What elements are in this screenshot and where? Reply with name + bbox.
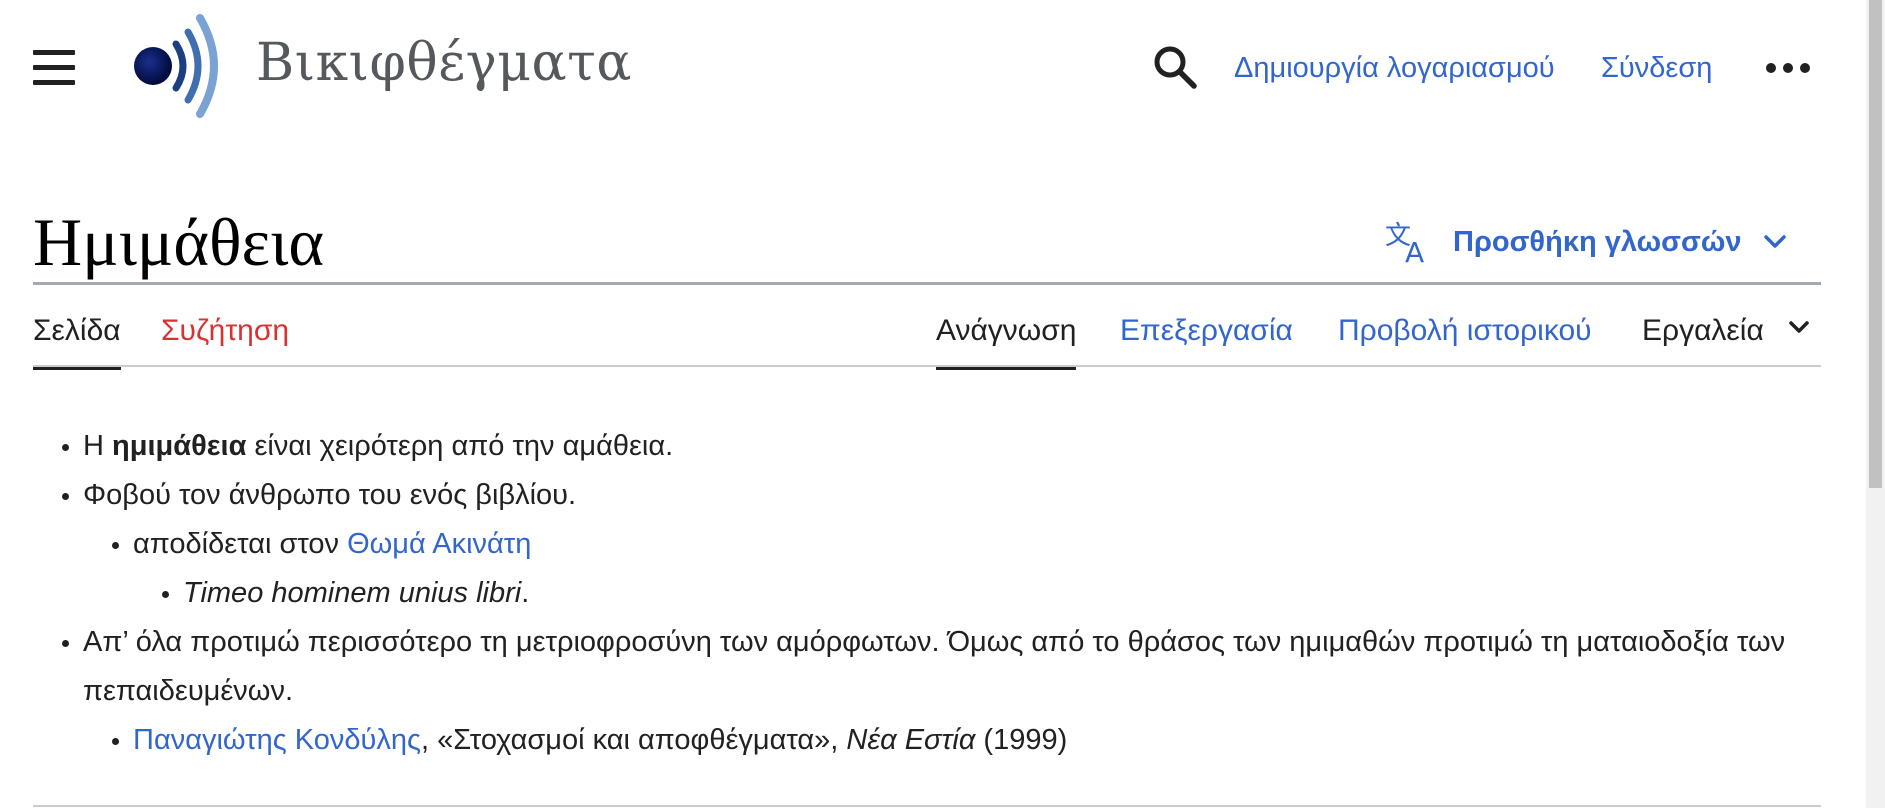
ellipsis-icon[interactable] [1764, 56, 1812, 80]
kondylis-link[interactable]: Παναγιώτης Κονδύλης [133, 724, 421, 756]
tab-edit[interactable]: Επεξεργασία [1120, 308, 1293, 366]
hamburger-menu-icon[interactable] [33, 50, 75, 86]
quote-text: Φοβού τον άνθρωπο του ενός βιβλίου. [83, 479, 577, 511]
tabs-divider [33, 365, 1821, 367]
quote-text: Απ’ όλα προτιμώ περισσότερο τη μετριοφρο… [83, 626, 1786, 707]
quote-bold-term: ημιμάθεια [112, 430, 247, 462]
svg-text:A: A [1405, 236, 1424, 264]
tab-history[interactable]: Προβολή ιστορικού [1338, 308, 1592, 366]
chevron-down-icon [1789, 321, 1809, 333]
translate-icon: 文 A [1385, 221, 1424, 264]
quote-item: Απ’ όλα προτιμώ περισσότερο τη μετριοφρο… [83, 618, 1793, 765]
quote-list: Η ημιμάθεια είναι χειρότερη από την αμάθ… [33, 422, 1793, 765]
title-divider [33, 282, 1821, 285]
source-year: (1999) [975, 724, 1068, 756]
scrollbar-thumb[interactable] [1869, 0, 1882, 488]
article-content: Η ημιμάθεια είναι χειρότερη από την αμάθ… [33, 422, 1793, 765]
site-wordmark[interactable]: Βικιφθέγματα [256, 30, 632, 96]
original-suffix: . [521, 577, 530, 609]
source-list: Παναγιώτης Κονδύλης, «Στοχασμοί και αποφ… [83, 716, 1793, 765]
tab-talk[interactable]: Συζήτηση [161, 308, 289, 366]
source-title: , «Στοχασμοί και αποφθέγματα», [421, 724, 847, 756]
original-list: Timeo hominem unius libri. [133, 569, 1793, 618]
add-languages-label: Προσθήκη γλωσσών [1453, 225, 1742, 258]
quote-text-end: είναι χειρότερη από την αμάθεια. [246, 430, 674, 462]
original-latin-text: Timeo hominem unius libri [183, 577, 522, 609]
search-icon[interactable] [1152, 44, 1198, 90]
source-item: Παναγιώτης Κονδύλης, «Στοχασμοί και αποφ… [133, 716, 1793, 765]
create-account-link[interactable]: Δημιουργία λογαριασμού [1234, 48, 1555, 88]
tab-tools[interactable]: Εργαλεία [1642, 308, 1810, 366]
tab-page[interactable]: Σελίδα [33, 308, 121, 370]
attribution-prefix: αποδίδεται στον [133, 528, 348, 560]
quote-text-start: Η [83, 430, 112, 462]
page-title: Ημιμάθεια [33, 204, 324, 280]
original-quote-item: Timeo hominem unius libri. [183, 569, 1793, 618]
quote-item: Φοβού τον άνθρωπο του ενός βιβλίου. αποδ… [83, 471, 1793, 618]
aquinas-link[interactable]: Θωμά Ακινάτη [347, 528, 531, 560]
attribution-list: αποδίδεται στον Θωμά Ακινάτη Timeo homin… [83, 520, 1793, 618]
chevron-down-icon [1764, 235, 1787, 248]
site-header: Βικιφθέγματα Δημιουργία λογαριασμού Σύνδ… [0, 0, 1866, 130]
source-publication: Νέα Εστία [846, 724, 976, 756]
content-bottom-divider [33, 805, 1821, 807]
wikiquote-logo-icon[interactable] [128, 10, 230, 122]
tab-read[interactable]: Ανάγνωση [936, 308, 1077, 370]
login-link[interactable]: Σύνδεση [1601, 48, 1712, 88]
add-languages-button[interactable]: 文 A Προσθήκη γλωσσών [1385, 214, 1787, 270]
tab-tools-label: Εργαλεία [1642, 314, 1764, 347]
attribution-item: αποδίδεται στον Θωμά Ακινάτη Timeo homin… [133, 520, 1793, 618]
quote-item: Η ημιμάθεια είναι χειρότερη από την αμάθ… [83, 422, 1793, 471]
